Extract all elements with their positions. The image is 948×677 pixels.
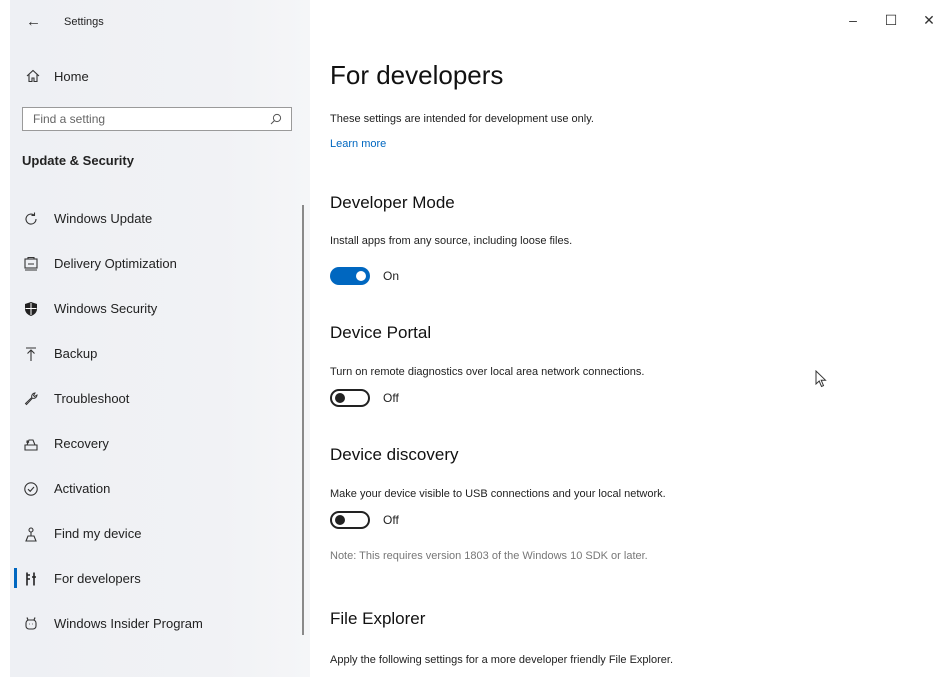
learn-more-link[interactable]: Learn more [330,138,386,150]
developer-mode-toggle-label: On [383,269,400,283]
search-icon[interactable] [269,112,283,126]
sidebar-scrollbar[interactable] [302,205,304,635]
check-circle-icon [22,480,40,498]
wrench-icon [22,390,40,408]
home-icon [24,67,42,85]
page-title: For developers [330,60,504,90]
device-portal-toggle-row: Off [330,389,399,407]
developer-mode-heading: Developer Mode [330,193,455,212]
developer-mode-toggle-row: On [330,267,399,285]
recovery-icon [22,435,40,453]
intro-text: These settings are intended for developm… [330,113,594,125]
shield-icon [22,300,40,318]
sidebar-item-troubleshoot[interactable]: Troubleshoot [14,376,302,421]
sidebar-item-backup[interactable]: Backup [14,331,302,376]
sidebar-section-title: Update & Security [22,153,134,168]
search-box[interactable] [22,107,292,131]
sidebar-item-label: Windows Update [54,211,153,226]
refresh-icon [22,210,40,228]
sidebar-item-label: Find my device [54,526,142,541]
sidebar-item-label: Windows Security [54,301,158,316]
sidebar-item-label: Recovery [54,436,109,451]
device-portal-toggle-label: Off [383,391,399,405]
sidebar-item-label: Activation [54,481,111,496]
main-content: For developers These settings are intend… [330,0,930,677]
sidebar-item-label: Troubleshoot [54,391,130,406]
sidebar-item-activation[interactable]: Activation [14,466,302,511]
file-explorer-description: Apply the following settings for a more … [330,654,674,666]
sidebar-nav: Windows Update Delivery Optimization Win… [14,196,302,646]
search-input[interactable] [31,111,269,127]
sidebar-item-find-my-device[interactable]: Find my device [14,511,302,556]
window-title: Settings [64,16,104,28]
back-button[interactable]: ← [26,13,41,30]
back-arrow-icon: ← [26,13,41,30]
toggle-knob [335,515,345,525]
toggle-knob [335,393,345,403]
toggle-knob [356,271,366,281]
sidebar-home[interactable]: Home [24,66,89,86]
mouse-pointer-icon [815,369,827,393]
sidebar-item-windows-insider-program[interactable]: Windows Insider Program [14,601,302,646]
developer-mode-toggle[interactable] [330,267,370,285]
home-label: Home [54,68,89,84]
sidebar-item-label: Windows Insider Program [54,616,203,631]
sidebar-item-delivery-optimization[interactable]: Delivery Optimization [14,241,302,286]
developer-icon [22,570,40,588]
device-discovery-toggle-row: Off [330,511,399,529]
device-portal-toggle[interactable] [330,389,370,407]
developer-mode-description: Install apps from any source, including … [330,235,573,247]
sidebar-item-windows-update[interactable]: Windows Update [14,196,302,241]
device-discovery-note: Note: This requires version 1803 of the … [330,550,648,562]
find-device-icon [22,525,40,543]
sidebar-item-recovery[interactable]: Recovery [14,421,302,466]
backup-arrow-icon [22,345,40,363]
delivery-optimization-icon [22,255,40,273]
sidebar-item-label: Backup [54,346,98,361]
device-portal-heading: Device Portal [330,323,432,342]
device-portal-description: Turn on remote diagnostics over local ar… [330,366,645,378]
insider-icon [22,615,40,633]
device-discovery-heading: Device discovery [330,445,459,464]
file-explorer-heading: File Explorer [330,609,426,628]
sidebar-item-label: Delivery Optimization [54,256,177,271]
device-discovery-toggle[interactable] [330,511,370,529]
sidebar-item-windows-security[interactable]: Windows Security [14,286,302,331]
sidebar-item-label: For developers [54,571,141,586]
device-discovery-description: Make your device visible to USB connecti… [330,488,666,500]
device-discovery-toggle-label: Off [383,513,399,527]
sidebar-item-for-developers[interactable]: For developers [14,556,302,601]
